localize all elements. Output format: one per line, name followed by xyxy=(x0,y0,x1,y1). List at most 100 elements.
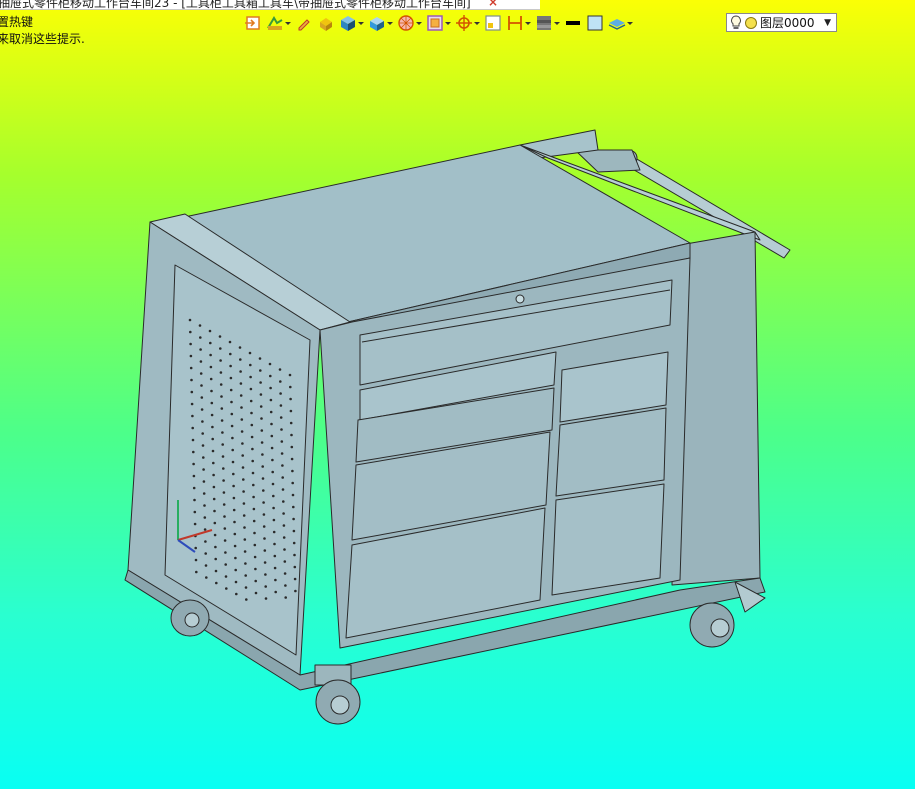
peg-hole xyxy=(215,581,218,585)
peg-hole xyxy=(289,397,292,401)
peg-hole xyxy=(282,512,285,515)
peg-hole xyxy=(213,521,217,525)
peg-hole xyxy=(191,414,194,418)
peg-hole xyxy=(280,428,283,431)
peg-hole xyxy=(292,529,296,533)
peg-hole xyxy=(191,426,194,430)
peg-hole xyxy=(220,395,223,398)
peg-hole xyxy=(229,352,232,356)
peg-hole xyxy=(199,360,203,363)
peg-hole xyxy=(263,561,267,564)
peg-hole xyxy=(229,388,233,392)
peg-hole xyxy=(261,477,265,480)
peg-hole xyxy=(272,530,276,534)
peg-hole xyxy=(214,557,217,561)
peg-hole xyxy=(205,576,208,579)
peg-hole xyxy=(243,538,247,541)
peg-hole xyxy=(201,444,205,447)
peg-hole xyxy=(191,438,195,442)
peg-hole xyxy=(192,486,196,490)
peg-hole xyxy=(281,488,285,491)
peg-hole xyxy=(263,549,267,552)
peg-hole xyxy=(242,490,245,493)
peg-hole xyxy=(259,405,263,408)
peg-hole xyxy=(243,550,247,553)
peg-hole xyxy=(279,380,282,383)
peg-hole xyxy=(249,399,253,403)
peg-hole xyxy=(210,413,214,417)
caster-wheel-back-left xyxy=(170,599,210,637)
peg-hole xyxy=(195,570,198,574)
peg-hole xyxy=(193,498,196,502)
peg-hole xyxy=(213,533,217,537)
peg-hole xyxy=(249,375,252,379)
peg-hole xyxy=(243,526,246,529)
peg-hole xyxy=(209,365,213,369)
peg-hole xyxy=(203,516,207,519)
peg-hole xyxy=(292,541,296,545)
peg-hole xyxy=(269,410,273,414)
peg-hole xyxy=(283,548,286,551)
peg-hole xyxy=(190,390,194,394)
peg-hole xyxy=(192,474,196,478)
peg-hole xyxy=(232,496,236,500)
peg-hole xyxy=(209,377,213,381)
peg-hole xyxy=(238,346,242,349)
peg-hole xyxy=(258,357,262,360)
peg-hole xyxy=(221,443,224,446)
tool-cart-model[interactable] xyxy=(124,129,791,725)
peg-hole xyxy=(251,459,254,463)
peg-hole xyxy=(208,329,212,333)
peg-hole xyxy=(262,513,266,516)
peg-hole xyxy=(281,464,284,467)
peg-hole xyxy=(253,543,257,547)
peg-hole xyxy=(239,358,242,361)
peg-hole xyxy=(199,348,202,351)
peg-hole xyxy=(222,491,226,494)
peg-hole xyxy=(230,400,233,404)
peg-hole xyxy=(271,470,275,474)
peg-hole xyxy=(220,407,224,410)
peg-hole xyxy=(239,394,243,397)
peg-hole xyxy=(262,489,265,492)
peg-hole xyxy=(225,587,228,590)
peg-hole xyxy=(228,340,232,344)
peg-hole xyxy=(202,468,205,471)
peg-hole xyxy=(268,362,272,366)
peg-hole xyxy=(274,590,278,594)
peg-hole xyxy=(214,545,217,549)
peg-hole xyxy=(259,381,262,384)
peg-hole xyxy=(189,366,193,370)
peg-hole xyxy=(279,392,282,395)
peg-hole xyxy=(204,564,208,567)
peg-hole xyxy=(202,492,206,495)
peg-hole xyxy=(283,572,287,575)
peg-hole xyxy=(280,440,284,443)
peg-hole xyxy=(223,515,226,518)
peg-hole xyxy=(193,522,197,526)
peg-hole xyxy=(271,482,275,486)
peg-hole xyxy=(233,544,237,548)
peg-hole xyxy=(219,371,223,374)
peg-hole xyxy=(202,456,205,459)
peg-hole xyxy=(242,478,245,481)
cad-viewport[interactable] xyxy=(0,0,915,789)
peg-hole xyxy=(242,502,246,505)
peg-hole xyxy=(281,476,285,479)
peg-hole xyxy=(221,431,224,434)
peg-hole xyxy=(250,435,254,439)
peg-hole xyxy=(224,551,227,554)
peg-hole xyxy=(202,480,206,483)
peg-hole xyxy=(190,378,193,382)
peg-hole xyxy=(212,485,216,489)
peg-hole xyxy=(293,565,297,569)
peg-hole xyxy=(249,387,253,391)
peg-hole xyxy=(204,540,207,543)
peg-hole xyxy=(289,409,293,413)
peg-hole xyxy=(284,596,288,599)
peg-hole xyxy=(241,454,244,457)
peg-hole xyxy=(279,416,283,419)
peg-hole xyxy=(214,569,218,573)
peg-hole xyxy=(273,542,276,546)
peg-hole xyxy=(209,341,212,345)
